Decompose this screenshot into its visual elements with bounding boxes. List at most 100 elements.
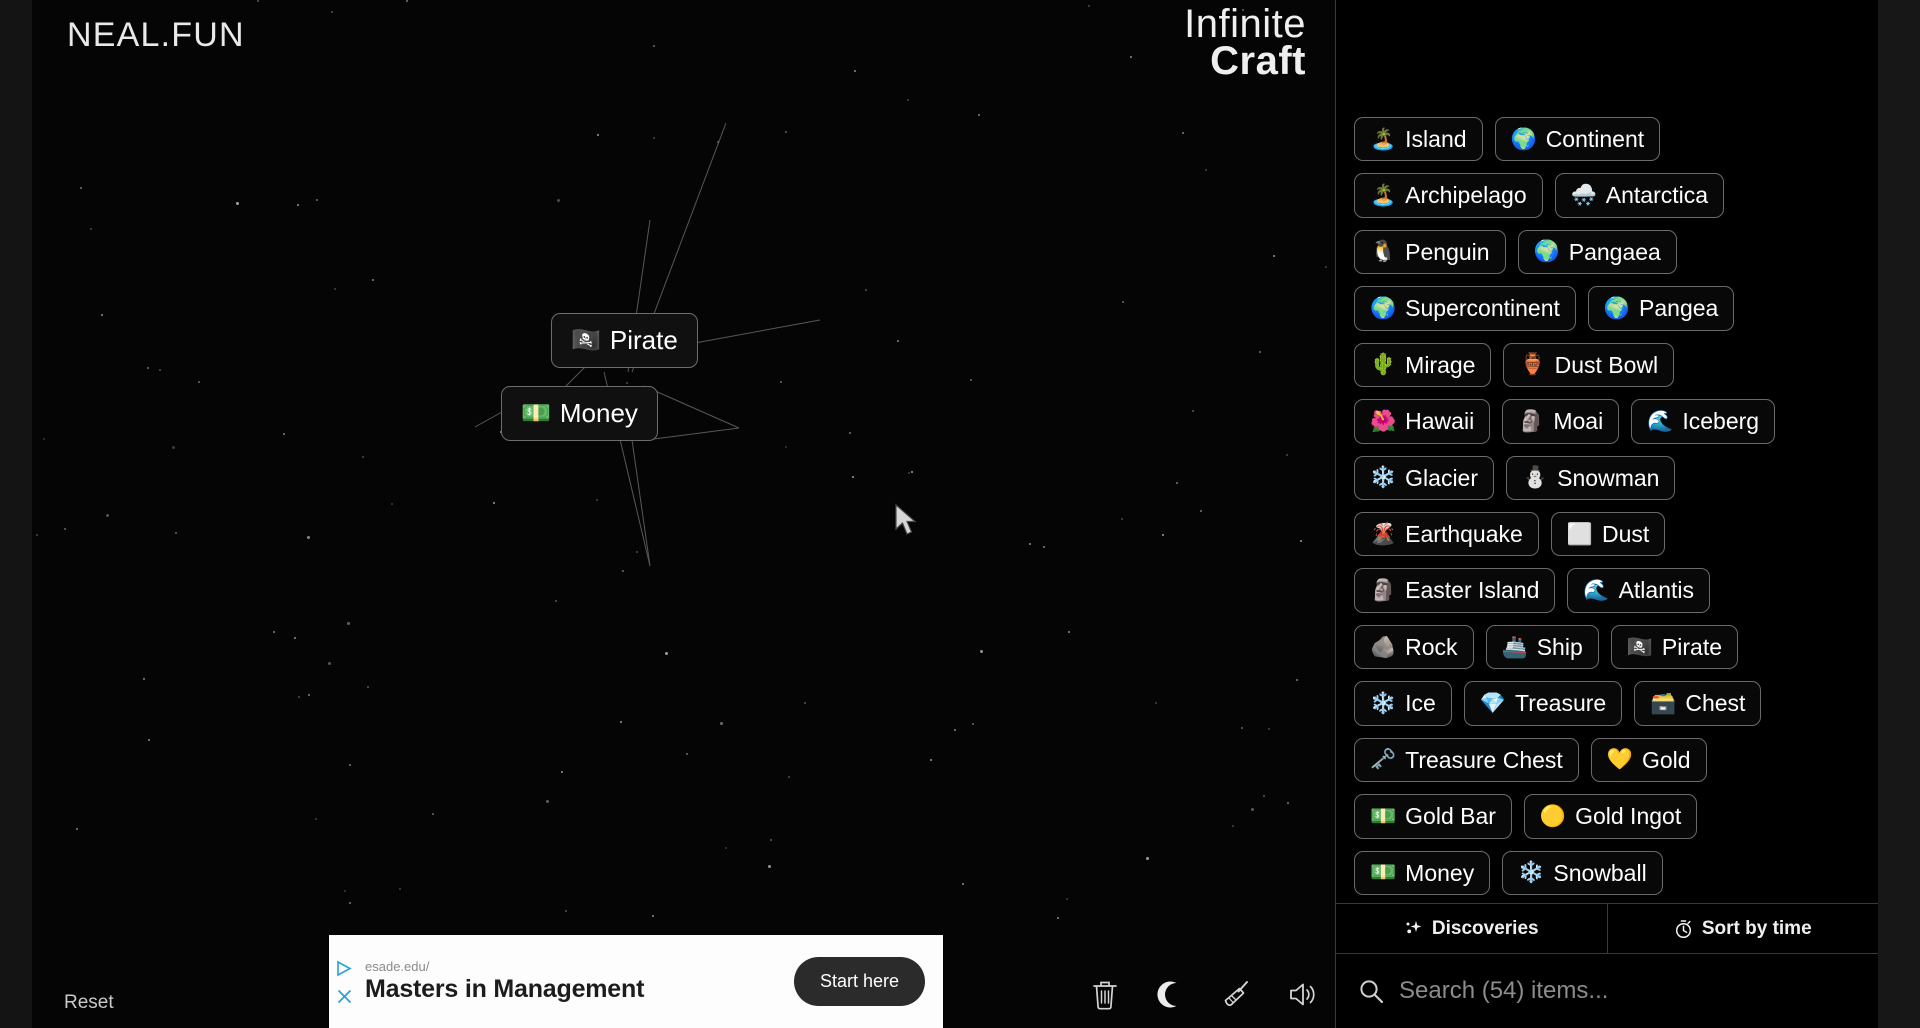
sound-button[interactable]	[1283, 974, 1323, 1014]
item-label: Pangea	[1639, 295, 1719, 322]
item-emoji-icon: 🏝️	[1370, 127, 1397, 151]
item-pangaea[interactable]: 🌍 Pangaea	[1517, 229, 1677, 275]
item-emoji-icon: 🏝️	[1370, 184, 1397, 208]
ad-controls	[329, 935, 359, 1028]
item-gold-bar[interactable]: 💵 Gold Bar	[1354, 794, 1512, 839]
item-continent[interactable]: 🌍 Continent	[1494, 116, 1661, 162]
item-label: Pangaea	[1568, 238, 1661, 265]
sparkles-icon	[1406, 921, 1422, 934]
item-snowball[interactable]: ❄️ Snowball	[1502, 850, 1663, 895]
adchoices-triangle-icon[interactable]	[336, 960, 353, 977]
item-emoji-icon: 💵	[1370, 804, 1397, 828]
item-archipelago[interactable]: 🏝️ Archipelago	[1354, 173, 1543, 218]
item-emoji-icon: 🌨️	[1570, 184, 1597, 208]
item-treasure-chest[interactable]: 🗝️ Treasure Chest	[1354, 737, 1579, 783]
item-emoji-icon: ⬜	[1566, 522, 1593, 546]
item-emoji-icon: 🌍	[1603, 296, 1631, 320]
canvas-node[interactable]: 💵 Money	[501, 386, 658, 441]
item-iceberg[interactable]: 🌊 Iceberg	[1631, 399, 1776, 444]
ad-close-icon[interactable]	[337, 989, 352, 1004]
item-emoji-icon: 🌍	[1533, 240, 1560, 264]
item-emoji-icon: 🌊	[1583, 579, 1610, 603]
item-hawaii[interactable]: 🌺 Hawaii	[1354, 399, 1491, 444]
search-input[interactable]	[1399, 977, 1856, 1005]
item-emoji-icon: 🪨	[1370, 635, 1397, 659]
item-emoji-icon: ❄️	[1518, 861, 1545, 885]
item-ship[interactable]: 🚢 Ship	[1485, 624, 1599, 670]
neal-fun-logo[interactable]: NEAL.FUN	[67, 16, 245, 55]
item-emoji-icon: 🗃️	[1650, 691, 1677, 715]
item-label: Penguin	[1405, 238, 1490, 265]
item-emoji-icon: 🌋	[1370, 522, 1397, 546]
item-pirate[interactable]: 🏴‍☠️ Pirate	[1610, 624, 1739, 670]
item-label: Antarctica	[1605, 182, 1709, 209]
item-label: Gold Bar	[1405, 803, 1496, 830]
item-emoji-icon: 🏴‍☠️	[1626, 635, 1653, 659]
item-moai[interactable]: 🗿 Moai	[1502, 399, 1620, 444]
tab-discoveries[interactable]: Discoveries	[1336, 904, 1607, 953]
item-pangea[interactable]: 🌍 Pangea	[1587, 286, 1735, 331]
moon-icon	[1157, 981, 1177, 1007]
items-row: 🐧 Penguin 🌍 Pangaea	[1344, 229, 1870, 275]
craft-canvas[interactable]: NEAL.FUN Infinite Craft 🏴‍☠️ Pirate 💵 Money…	[32, 0, 1335, 1028]
item-dust-bowl[interactable]: 🏺 Dust Bowl	[1503, 342, 1675, 388]
item-label: Supercontinent	[1405, 295, 1560, 322]
ad-banner[interactable]: esade.edu/ Masters in Management Start h…	[329, 935, 943, 1028]
item-label: Island	[1405, 125, 1467, 152]
right-letterbox-bar	[1878, 0, 1920, 1028]
item-gold[interactable]: 💛 Gold	[1590, 737, 1707, 783]
item-label: Glacier	[1405, 464, 1479, 491]
item-label: Gold Ingot	[1575, 803, 1682, 830]
item-mirage[interactable]: 🌵 Mirage	[1354, 342, 1492, 388]
item-atlantis[interactable]: 🌊 Atlantis	[1567, 568, 1710, 613]
ad-body[interactable]: esade.edu/ Masters in Management Start h…	[359, 957, 943, 1006]
item-emoji-icon: 🚢	[1501, 635, 1528, 659]
item-label: Rock	[1405, 633, 1458, 660]
trash-button[interactable]	[1085, 974, 1125, 1014]
item-money[interactable]: 💵 Money	[1354, 850, 1491, 895]
item-easter-island[interactable]: 🗿 Easter Island	[1354, 568, 1556, 613]
items-grid: 🏝️ Island 🌍 Continent 🏝️ Archipelago 🌨️ Antarct…	[1344, 116, 1870, 895]
item-antarctica[interactable]: 🌨️ Antarctica	[1554, 173, 1725, 218]
item-gold-ingot[interactable]: 🟡 Gold Ingot	[1523, 794, 1698, 839]
ad-headline: Masters in Management	[365, 975, 645, 1003]
item-emoji-icon: ❄️	[1370, 691, 1397, 715]
item-chest[interactable]: 🗃️ Chest	[1634, 681, 1762, 726]
item-treasure[interactable]: 💎 Treasure	[1463, 681, 1623, 726]
game-title: Infinite Craft	[1184, 4, 1306, 81]
item-earthquake[interactable]: 🌋 Earthquake	[1354, 511, 1539, 557]
item-rock[interactable]: 🪨 Rock	[1354, 624, 1474, 670]
item-label: Snowball	[1553, 859, 1647, 886]
ad-cta-button[interactable]: Start here	[793, 957, 925, 1006]
item-glacier[interactable]: ❄️ Glacier	[1354, 455, 1495, 500]
items-row: 🪨 Rock 🚢 Ship 🏴‍☠️ Pirate	[1344, 624, 1870, 670]
item-dust[interactable]: ⬜ Dust	[1550, 511, 1666, 557]
connection-lines	[474, 122, 821, 567]
item-emoji-icon: 🌺	[1370, 409, 1397, 433]
item-emoji-icon: 💎	[1479, 691, 1506, 715]
item-emoji-icon: 💵	[1370, 861, 1397, 885]
tab-sort-by-time-label: Sort by time	[1701, 917, 1812, 939]
pirate-flag-icon: 🏴‍☠️	[571, 326, 601, 354]
item-label: Moai	[1553, 408, 1604, 435]
tab-sort-by-time[interactable]: Sort by time	[1606, 904, 1879, 953]
trash-icon	[1093, 981, 1117, 1010]
canvas-node[interactable]: 🏴‍☠️ Pirate	[551, 313, 698, 368]
item-supercontinent[interactable]: 🌍 Supercontinent	[1354, 286, 1576, 331]
broom-icon	[1224, 980, 1248, 1006]
clear-board-button[interactable]	[1217, 974, 1257, 1014]
item-snowman[interactable]: ⛄ Snowman	[1506, 455, 1676, 500]
search-bar[interactable]	[1336, 954, 1878, 1028]
canvas-node-label: Money	[559, 398, 638, 428]
item-emoji-icon: 🐧	[1370, 240, 1397, 264]
infinite-craft-app: NEAL.FUN Infinite Craft 🏴‍☠️ Pirate 💵 Money…	[0, 0, 1920, 1028]
item-island[interactable]: 🏝️ Island	[1354, 116, 1483, 162]
dark-mode-button[interactable]	[1151, 974, 1191, 1014]
items-row: 🏝️ Archipelago 🌨️ Antarctica	[1344, 173, 1870, 218]
item-ice[interactable]: ❄️ Ice	[1354, 681, 1452, 726]
item-penguin[interactable]: 🐧 Penguin	[1354, 229, 1506, 275]
item-label: Treasure Chest	[1405, 746, 1563, 773]
items-scroll-pane[interactable]: 🏝️ Island 🌍 Continent 🏝️ Archipelago 🌨️ Antarct…	[1336, 0, 1878, 903]
item-label: Dust	[1601, 520, 1650, 547]
reset-button[interactable]: Reset	[64, 992, 114, 1014]
